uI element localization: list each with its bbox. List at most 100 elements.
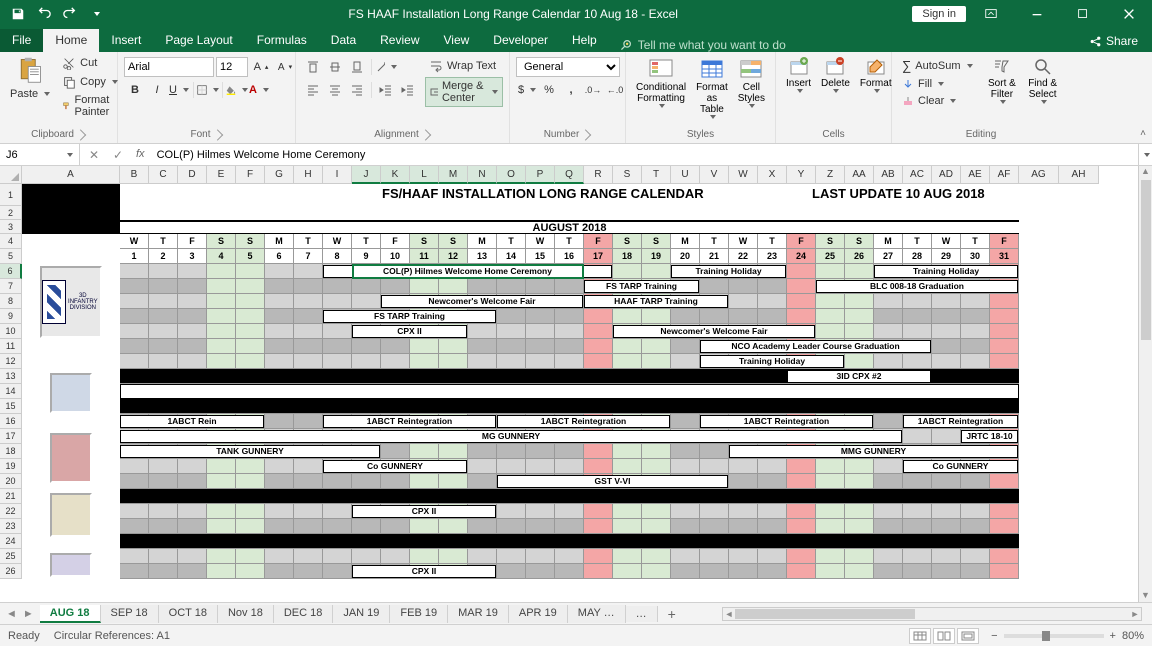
event-bar[interactable]: 1ABCT Reintegration — [497, 415, 670, 428]
row-header[interactable]: 24 — [0, 534, 22, 549]
font-color-button[interactable]: A — [248, 80, 270, 100]
column-header[interactable]: AH — [1059, 166, 1099, 184]
collapse-ribbon-icon[interactable]: ˄ — [1140, 128, 1146, 139]
paste-icon[interactable] — [14, 54, 46, 86]
sheet-tab[interactable]: SEP 18 — [101, 605, 159, 623]
zoom-slider[interactable] — [1004, 634, 1104, 638]
enter-formula-icon[interactable]: ✓ — [108, 148, 128, 162]
event-bar[interactable]: Co GUNNERY — [323, 460, 467, 473]
undo-icon[interactable] — [32, 2, 56, 26]
name-box[interactable]: J6 — [0, 144, 80, 165]
spreadsheet-grid[interactable]: ABCDEFGHIJKLMNOPQRSTUVWXYZAAABACADAEAFAG… — [0, 166, 1152, 602]
increase-decimal-icon[interactable]: .0→ — [582, 80, 604, 100]
zoom-level[interactable]: 80% — [1122, 630, 1144, 642]
comma-format-icon[interactable]: , — [560, 80, 582, 100]
event-bar[interactable]: FS TARP Training — [584, 280, 699, 293]
tab-developer[interactable]: Developer — [481, 29, 560, 52]
event-bar[interactable]: 3ID CPX #2 — [787, 370, 931, 383]
column-header[interactable]: R — [584, 166, 613, 184]
font-name-select[interactable] — [124, 57, 214, 77]
tab-more-icon[interactable]: … — [626, 606, 658, 622]
row-header[interactable]: 26 — [0, 564, 22, 579]
column-header[interactable]: A — [22, 166, 120, 184]
tab-nav-next-icon[interactable]: ► — [23, 608, 34, 620]
row-header[interactable]: 2 — [0, 206, 22, 220]
fill-color-button[interactable] — [226, 80, 248, 100]
event-bar[interactable]: MG GUNNERY — [120, 430, 902, 443]
tab-review[interactable]: Review — [368, 29, 431, 52]
format-cells-button[interactable]: Format — [856, 54, 896, 95]
column-header[interactable]: AE — [961, 166, 990, 184]
column-header[interactable]: J — [352, 166, 381, 184]
paste-button[interactable]: Paste — [6, 86, 54, 102]
event-bar[interactable]: FS TARP Training — [323, 310, 496, 323]
column-header[interactable]: Y — [787, 166, 816, 184]
column-header[interactable]: AF — [990, 166, 1019, 184]
event-bar[interactable]: Newcomer's Welcome Fair — [613, 325, 815, 338]
row-header[interactable]: 12 — [0, 354, 22, 369]
column-header[interactable]: K — [381, 166, 410, 184]
cell-styles-button[interactable]: Cell Styles — [734, 54, 769, 110]
event-bar[interactable]: BLC 008-18 Graduation — [816, 280, 1018, 293]
sheet-tab[interactable]: FEB 19 — [390, 605, 448, 623]
row-header[interactable]: 7 — [0, 279, 22, 294]
dialog-launcher-icon[interactable] — [75, 129, 86, 140]
select-all-corner[interactable] — [0, 166, 22, 184]
align-top-icon[interactable] — [302, 57, 324, 77]
bold-button[interactable]: B — [124, 80, 146, 100]
column-header[interactable]: Q — [555, 166, 584, 184]
row-header[interactable]: 13 — [0, 369, 22, 384]
tab-formulas[interactable]: Formulas — [245, 29, 319, 52]
sheet-tab[interactable]: MAR 19 — [448, 605, 509, 623]
dialog-launcher-icon[interactable] — [211, 129, 222, 140]
row-header[interactable]: 3 — [0, 220, 22, 234]
column-header[interactable]: G — [265, 166, 294, 184]
zoom-in-icon[interactable]: + — [1110, 630, 1116, 642]
qat-customize-icon[interactable] — [84, 2, 108, 26]
wrap-text-button[interactable]: Wrap Text — [425, 57, 503, 75]
close-button[interactable] — [1108, 0, 1150, 28]
event-bar[interactable]: CPX II — [352, 565, 496, 578]
delete-cells-button[interactable]: Delete — [817, 54, 854, 95]
event-bar[interactable]: 1ABCT Reintegration — [700, 415, 873, 428]
event-bar[interactable]: 1ABCT Rein — [120, 415, 264, 428]
redo-icon[interactable] — [58, 2, 82, 26]
event-bar[interactable]: 1ABCT Reintegration — [323, 415, 496, 428]
row-header[interactable]: 4 — [0, 234, 22, 249]
row-header[interactable]: 5 — [0, 249, 22, 264]
page-break-view-icon[interactable] — [957, 628, 979, 644]
align-center-icon[interactable] — [324, 80, 346, 100]
sort-filter-button[interactable]: Sort & Filter — [983, 54, 1022, 106]
increase-indent-icon[interactable] — [397, 80, 419, 100]
share-button[interactable]: Share — [1075, 30, 1152, 52]
column-header[interactable]: B — [120, 166, 149, 184]
sheet-tab[interactable]: JAN 19 — [333, 605, 390, 623]
event-bar[interactable]: NCO Academy Leader Course Graduation — [700, 340, 931, 353]
dialog-launcher-icon[interactable] — [580, 129, 591, 140]
minimize-button[interactable] — [1016, 0, 1058, 28]
event-bar[interactable]: MMG GUNNERY — [729, 445, 1018, 458]
vertical-scrollbar[interactable]: ▲▼ — [1138, 166, 1152, 602]
column-header[interactable]: AA — [845, 166, 874, 184]
column-header[interactable]: M — [439, 166, 468, 184]
column-header[interactable]: S — [613, 166, 642, 184]
align-left-icon[interactable] — [302, 80, 324, 100]
decrease-indent-icon[interactable] — [375, 80, 397, 100]
column-header[interactable]: N — [468, 166, 497, 184]
copy-button[interactable]: Copy — [58, 73, 122, 91]
row-header[interactable]: 23 — [0, 519, 22, 534]
normal-view-icon[interactable] — [909, 628, 931, 644]
autosum-button[interactable]: ∑AutoSum — [898, 56, 977, 75]
sheet-tab[interactable]: Nov 18 — [218, 605, 274, 623]
ribbon-options-icon[interactable] — [970, 0, 1012, 28]
row-header[interactable]: 17 — [0, 429, 22, 444]
row-header[interactable]: 20 — [0, 474, 22, 489]
row-header[interactable]: 18 — [0, 444, 22, 459]
tab-help[interactable]: Help — [560, 29, 609, 52]
row-header[interactable]: 11 — [0, 339, 22, 354]
event-bar[interactable]: GST V-VI — [497, 475, 728, 488]
merge-center-button[interactable]: Merge & Center — [425, 77, 503, 107]
underline-button[interactable]: U — [168, 80, 190, 100]
decrease-decimal-icon[interactable]: ←.0 — [604, 80, 626, 100]
conditional-formatting-button[interactable]: Conditional Formatting — [632, 54, 690, 110]
